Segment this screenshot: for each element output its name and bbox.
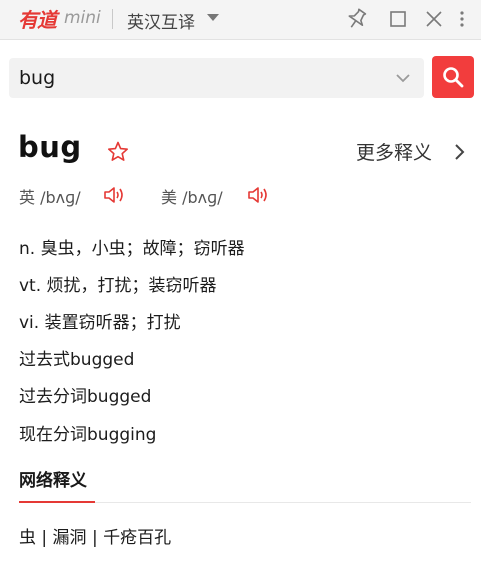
web-definitions-tab[interactable]: 网络释义 — [19, 466, 87, 491]
inflection-past-participle: 过去分词bugged — [19, 387, 152, 407]
definition-line: vi. 装置窃听器；打扰 — [19, 313, 181, 333]
search-bar — [9, 58, 424, 98]
title-bar: 有道 mini 英汉互译 — [0, 0, 481, 40]
close-icon[interactable] — [421, 6, 447, 32]
uk-phonetic: 英 /bʌɡ/ — [19, 188, 81, 207]
pin-icon[interactable] — [344, 6, 370, 32]
definition-line: vt. 烦扰，打扰；装窃听器 — [19, 276, 217, 296]
us-speaker-icon[interactable] — [246, 184, 270, 206]
caret-down-icon[interactable] — [207, 14, 219, 21]
active-tab-underline — [19, 501, 95, 503]
headword: bug — [18, 130, 82, 164]
title-divider — [112, 9, 113, 29]
chevron-right-icon[interactable] — [450, 142, 468, 162]
inflection-present-participle: 现在分词bugging — [19, 425, 157, 445]
web-definition-text: 虫 | 漏洞 | 千疮百孔 — [19, 528, 172, 548]
maximize-icon[interactable] — [385, 6, 411, 32]
us-phonetic: 美 /bʌɡ/ — [161, 188, 223, 207]
history-dropdown-icon[interactable] — [391, 66, 415, 90]
inflection-past-tense: 过去式bugged — [19, 350, 135, 370]
translation-mode-select[interactable]: 英汉互译 — [127, 8, 195, 33]
more-definitions-link[interactable]: 更多释义 — [356, 138, 432, 165]
definition-line: n. 臭虫，小虫；故障；窃听器 — [19, 239, 245, 259]
favorite-star-icon[interactable] — [106, 140, 130, 164]
search-input[interactable] — [9, 58, 379, 98]
uk-speaker-icon[interactable] — [102, 184, 126, 206]
search-icon — [443, 67, 464, 88]
app-logo-suffix: mini — [64, 8, 101, 28]
search-button[interactable] — [432, 56, 474, 98]
more-vertical-icon[interactable] — [452, 6, 472, 32]
app-logo: 有道 — [18, 8, 57, 32]
